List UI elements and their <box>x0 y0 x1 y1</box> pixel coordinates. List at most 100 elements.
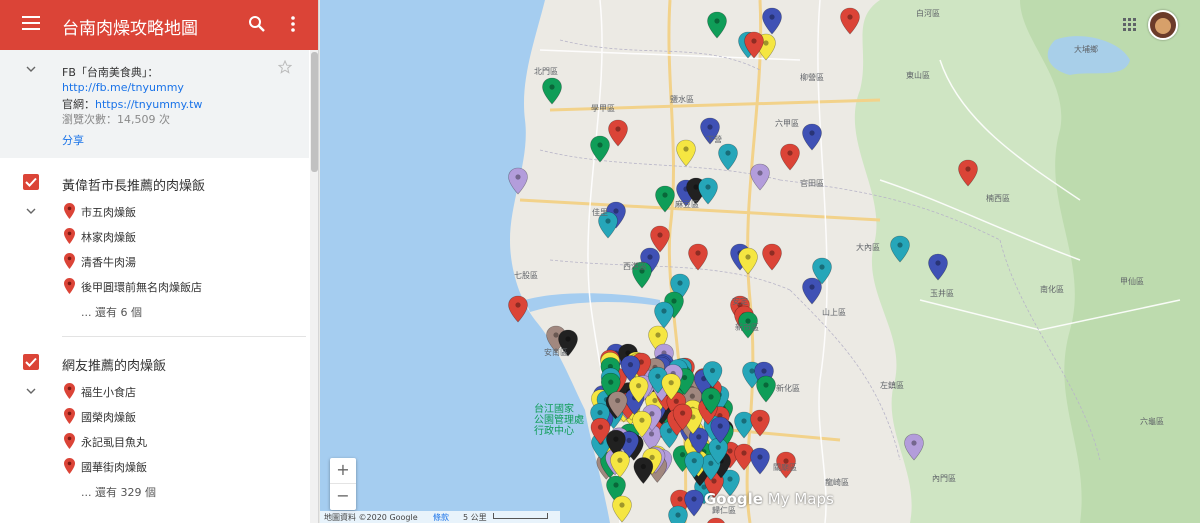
list-item[interactable]: 國華街肉燥飯 <box>0 453 309 478</box>
more-items-link[interactable]: ... 還有 6 個 <box>0 298 309 323</box>
map-pin-dot <box>757 416 763 422</box>
town-label: 大內區 <box>856 243 880 252</box>
apps-icon[interactable] <box>1123 18 1137 32</box>
layer-checkbox[interactable] <box>23 354 39 370</box>
map-pin-icon <box>64 228 75 244</box>
map-pin-dot <box>819 264 825 270</box>
map-pin-icon <box>64 203 75 219</box>
map-pin-dot <box>763 40 769 46</box>
fb-link[interactable]: http://fb.me/tnyummy <box>62 81 184 94</box>
map-pin-dot <box>679 452 686 458</box>
chevron-down-icon[interactable] <box>26 64 36 74</box>
terms-link[interactable]: 條款 <box>433 512 449 523</box>
map-pin-dot <box>769 14 775 20</box>
map-data-credit: 地圖資料 ©2020 Google <box>324 513 418 522</box>
sidebar-scrollbar[interactable] <box>310 50 318 523</box>
map-pin-icon <box>64 408 75 424</box>
place-name: 永記虱目魚丸 <box>81 436 147 449</box>
layer-title[interactable]: 網友推薦的肉燥飯 <box>62 355 166 374</box>
map-pin-dot <box>708 460 714 466</box>
town-label: 新化區 <box>776 384 800 393</box>
town-label: 下營 <box>706 135 722 144</box>
divider <box>62 336 306 337</box>
map-pin-icon <box>64 458 75 474</box>
more-items-link[interactable]: ... 還有 329 個 <box>0 478 309 503</box>
more-vert-icon[interactable] <box>288 15 298 33</box>
site-line: 官網：https://tnyummy.tw <box>62 96 202 112</box>
map-pin-dot <box>597 142 603 148</box>
town-label: 官田區 <box>800 179 824 188</box>
list-item[interactable]: 市五肉燥飯 <box>0 198 309 223</box>
map-pin-dot <box>647 254 653 260</box>
map-pin-dot <box>597 424 604 430</box>
map-pin-dot <box>677 280 683 286</box>
map-pin-dot <box>682 374 688 381</box>
logo-google: Google <box>704 490 763 508</box>
map-pin-dot <box>693 184 699 190</box>
map-pin-dot <box>649 454 655 460</box>
list-item[interactable]: 國榮肉燥飯 <box>0 403 309 428</box>
map-pin-dot <box>689 393 695 399</box>
map-pin-dot <box>652 397 658 404</box>
map-pin-dot <box>709 367 716 374</box>
town-label: 麻豆區 <box>675 200 699 209</box>
list-item[interactable]: 林家肉燥飯 <box>0 223 309 248</box>
place-name: 市五肉燥飯 <box>81 206 136 219</box>
scroll-thumb[interactable] <box>311 52 318 172</box>
map-pin-dot <box>615 126 621 132</box>
map-pin-dot <box>714 18 720 24</box>
share-button[interactable]: 分享 <box>62 132 84 148</box>
list-item[interactable]: 永記虱目魚丸 <box>0 428 309 453</box>
avatar[interactable] <box>1148 10 1178 40</box>
map-pin-dot <box>608 379 614 385</box>
list-item[interactable]: 福生小食店 <box>0 378 309 403</box>
map-pin-dot <box>695 250 701 256</box>
list-item[interactable]: 清香牛肉湯 <box>0 248 309 273</box>
town-label: 學甲區 <box>591 104 615 113</box>
map-pin-dot <box>605 218 611 224</box>
logo-mymaps: My Maps <box>767 490 834 508</box>
map-pin-dot <box>715 444 721 450</box>
map-pin-dot <box>515 302 521 308</box>
map-pin-dot <box>751 38 757 44</box>
map-pin-dot <box>683 146 689 152</box>
map-pin-dot <box>741 418 747 424</box>
map-pin-dot <box>761 368 767 374</box>
map-pin-dot <box>615 397 621 404</box>
layer-checkbox[interactable] <box>23 174 39 190</box>
poi-line: 台江國家 <box>534 404 574 415</box>
scale-bar <box>493 513 548 519</box>
map-pin-dot <box>655 373 661 379</box>
layer-title[interactable]: 黃偉哲市長推薦的肉燥飯 <box>62 175 205 194</box>
town-label: 東山區 <box>906 71 930 80</box>
map-pin-dot <box>691 458 697 464</box>
zoom-out-button[interactable]: − <box>330 484 356 510</box>
town-label: 北門區 <box>534 67 558 76</box>
site-link[interactable]: https://tnyummy.tw <box>95 98 202 111</box>
map-pin-dot <box>666 428 672 434</box>
map-pin-dot <box>745 254 751 260</box>
map-pin-dot <box>769 250 775 256</box>
list-item[interactable]: 後甲圓環前無名肉燥飯店 <box>0 273 309 298</box>
map-base <box>320 0 1200 523</box>
map-pin-dot <box>727 476 733 482</box>
map-title: 台南肉燥攻略地圖 <box>62 19 198 39</box>
star-icon[interactable] <box>278 60 292 74</box>
map-pin-dot <box>613 208 619 214</box>
town-label: 甲仙區 <box>1120 277 1144 286</box>
map-pin-dot <box>619 502 625 508</box>
map-pin-dot <box>626 437 632 443</box>
map-pin-dot <box>965 166 971 172</box>
place-name: 國華街肉燥飯 <box>81 461 147 474</box>
town-label: 柳營區 <box>800 73 824 82</box>
map-pin-dot <box>675 512 681 518</box>
map-pin-dot <box>741 450 747 456</box>
place-name: 國榮肉燥飯 <box>81 411 136 424</box>
zoom-in-button[interactable]: + <box>330 458 356 484</box>
town-label: 楠西區 <box>986 194 1010 203</box>
menu-icon[interactable] <box>22 16 40 32</box>
town-label: 內門區 <box>932 474 956 483</box>
search-icon[interactable] <box>248 15 266 33</box>
map-canvas[interactable]: 白河區 北門區 鹽水區 柳營區 東山區 學甲區 六甲區 下營 官田區 麻豆區 佳… <box>320 0 1200 523</box>
town-label: 左鎮區 <box>880 381 904 390</box>
